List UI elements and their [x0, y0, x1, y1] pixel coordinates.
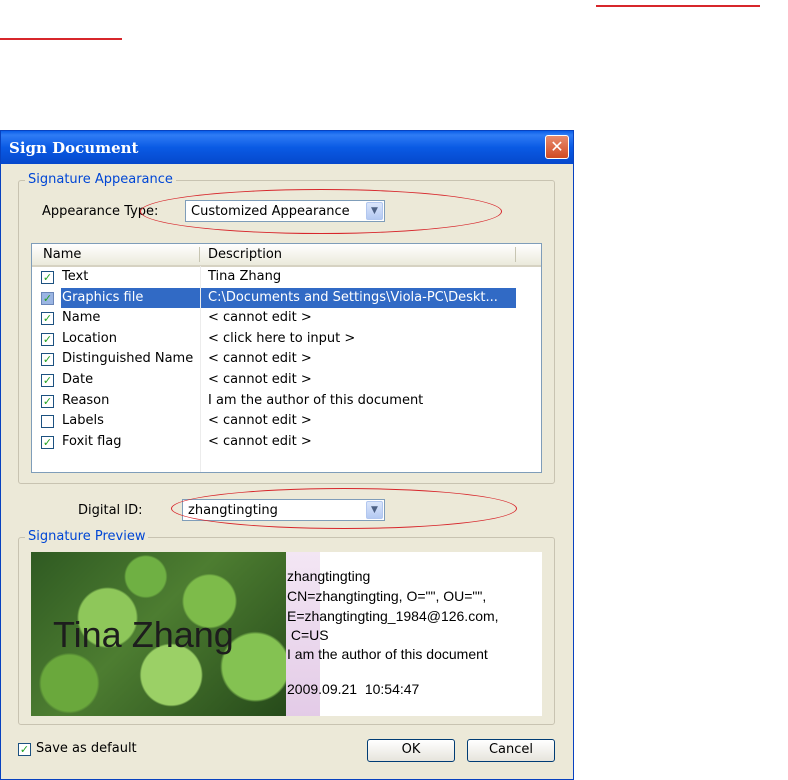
- preview-line-email: E=zhangtingting_1984@126.com,: [287, 608, 499, 624]
- row-checkbox[interactable]: ✓: [41, 394, 54, 408]
- row-description[interactable]: I am the author of this document: [208, 393, 423, 408]
- ok-button[interactable]: OK: [367, 739, 455, 762]
- row-name: Labels: [62, 413, 104, 429]
- row-checkbox[interactable]: ✓: [41, 332, 54, 346]
- checkmark-icon: ✓: [42, 332, 53, 346]
- signature-image-text: Tina Zhang: [53, 614, 234, 655]
- checkmark-icon: ✓: [42, 312, 53, 326]
- row-description[interactable]: < cannot edit >: [208, 372, 312, 387]
- row-name: Distinguished Name: [62, 351, 194, 367]
- row-name: Reason: [62, 392, 110, 408]
- row-name: Name: [62, 310, 101, 326]
- annotation-stroke-top-left: [0, 38, 122, 40]
- appearance-items-list[interactable]: Name Description ✓ Text Tina Zhang ✓ Graphic…: [31, 243, 542, 473]
- signature-preview: Tina Zhang zhangtingting CN=zhangtingtin…: [31, 552, 542, 716]
- list-header: Name Description: [32, 244, 541, 267]
- row-checkbox[interactable]: ✓: [41, 353, 54, 367]
- dialog-title: Sign Document: [9, 139, 139, 157]
- save-as-default-checkbox[interactable]: ✓: [18, 743, 31, 756]
- preview-line-dn: CN=zhangtingting, O="", OU="",: [287, 588, 487, 604]
- row-description[interactable]: < cannot edit >: [208, 351, 312, 366]
- row-checkbox[interactable]: [41, 415, 54, 429]
- list-row[interactable]: ✓ Graphics file C:\Documents and Settings\…: [32, 287, 516, 308]
- row-description[interactable]: < click here to input >: [208, 331, 355, 346]
- checkmark-icon: ✓: [42, 291, 53, 305]
- row-name: Foxit flag: [62, 433, 122, 449]
- row-description[interactable]: < cannot edit >: [208, 434, 312, 449]
- row-name: Graphics file: [62, 289, 144, 305]
- list-row[interactable]: ✓ Reason I am the author of this document: [32, 391, 516, 411]
- column-divider[interactable]: [515, 247, 516, 262]
- sign-document-dialog: Sign Document ✕ Signature Appearance App…: [0, 130, 574, 780]
- column-header-description[interactable]: Description: [208, 247, 282, 262]
- close-button[interactable]: ✕: [545, 135, 569, 159]
- list-row[interactable]: Labels < cannot edit >: [32, 411, 516, 431]
- list-row[interactable]: ✓ Date < cannot edit >: [32, 370, 516, 390]
- signature-appearance-legend: Signature Appearance: [25, 172, 176, 187]
- cancel-button[interactable]: Cancel: [467, 739, 555, 762]
- list-row[interactable]: ✓ Foxit flag < cannot edit >: [32, 432, 516, 452]
- list-row[interactable]: ✓ Distinguished Name < cannot edit >: [32, 349, 516, 369]
- checkmark-icon: ✓: [42, 271, 53, 284]
- preview-line-date: 2009.09.21 10:54:47: [287, 681, 420, 697]
- list-row[interactable]: ✓ Name < cannot edit >: [32, 308, 516, 328]
- close-icon: ✕: [550, 137, 564, 156]
- list-row[interactable]: ✓ Text Tina Zhang: [32, 267, 516, 287]
- row-checkbox[interactable]: ✓: [41, 374, 54, 387]
- row-checkbox[interactable]: ✓: [41, 271, 54, 284]
- checkmark-icon: ✓: [42, 374, 53, 387]
- row-description[interactable]: < cannot edit >: [208, 413, 312, 428]
- row-description[interactable]: < cannot edit >: [208, 310, 312, 325]
- row-checkbox[interactable]: ✓: [41, 435, 54, 449]
- list-row[interactable]: ✓ Location < click here to input >: [32, 329, 516, 349]
- row-name: Date: [62, 372, 94, 387]
- title-bar[interactable]: Sign Document ✕: [1, 131, 573, 164]
- row-name: Text: [62, 269, 89, 284]
- preview-line-name: zhangtingting: [287, 568, 371, 584]
- column-header-name[interactable]: Name: [43, 247, 81, 262]
- checkmark-icon: ✓: [42, 353, 53, 367]
- row-checkbox[interactable]: ✓: [41, 312, 54, 326]
- save-as-default-label[interactable]: Save as default: [36, 741, 137, 756]
- digital-id-label: Digital ID:: [78, 503, 143, 518]
- annotation-stroke-top-right: [596, 5, 760, 7]
- checkmark-icon: ✓: [42, 435, 53, 449]
- preview-line-reason: I am the author of this document: [287, 646, 488, 662]
- preview-line-country: C=US: [287, 627, 329, 643]
- annotation-ellipse-digital-id: [171, 488, 517, 529]
- row-description[interactable]: Tina Zhang: [208, 269, 281, 284]
- signature-preview-legend: Signature Preview: [25, 529, 149, 544]
- annotation-ellipse-appearance-type: [140, 189, 502, 234]
- checkmark-icon: ✓: [19, 743, 30, 756]
- row-name: Location: [62, 330, 117, 346]
- row-description[interactable]: C:\Documents and Settings\Viola-PC\Deskt…: [208, 290, 498, 305]
- checkmark-icon: ✓: [42, 394, 53, 408]
- row-checkbox[interactable]: ✓: [41, 291, 54, 305]
- column-divider[interactable]: [199, 247, 200, 262]
- signature-graphic-image: Tina Zhang: [31, 552, 286, 716]
